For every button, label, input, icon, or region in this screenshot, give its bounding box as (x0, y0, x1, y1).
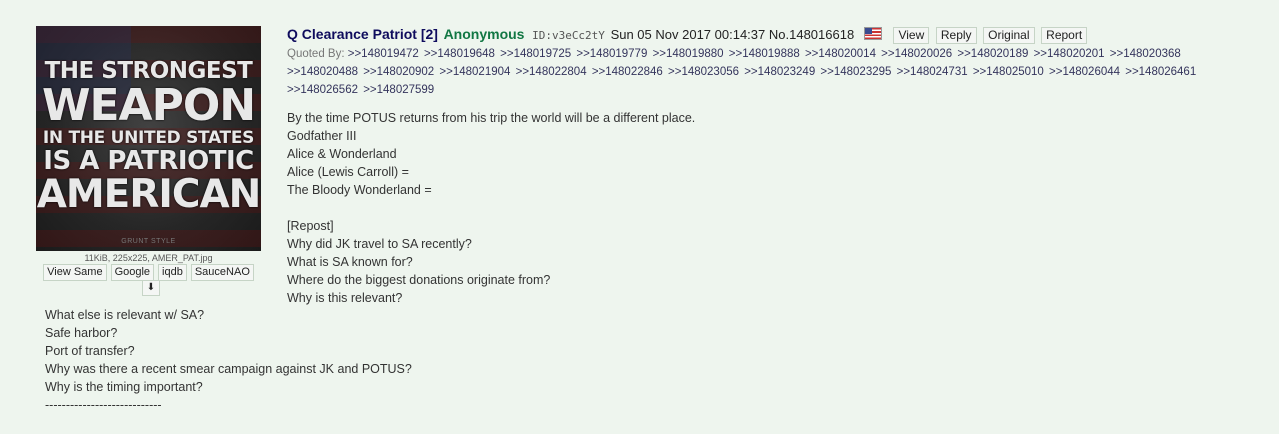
post-body-side: By the time POTUS returns from his trip … (287, 109, 987, 307)
thumbnail-caption: THE STRONGEST WEAPON IN THE UNITED STATE… (36, 60, 261, 217)
thumbnail-text-line: WEAPON (41, 80, 256, 131)
post-body-line: Safe harbor? (45, 326, 118, 340)
quote-link[interactable]: >>148023249 (744, 66, 815, 78)
view-button[interactable]: View (893, 27, 930, 44)
google-search-button[interactable]: Google (110, 264, 155, 281)
post-body-line: [Repost] (287, 219, 334, 233)
file-info: 11KiB, 225x225, AMER_PAT.jpg (84, 253, 213, 263)
quote-link[interactable]: >>148020902 (363, 66, 434, 78)
post-number[interactable]: No.148016618 (769, 27, 854, 42)
post-body-line: Why did JK travel to SA recently? (287, 237, 472, 251)
post-body-line: ---------------------------- (45, 398, 162, 412)
post-date: Sun 05 Nov 2017 00:14:37 (610, 27, 766, 42)
quote-link[interactable]: >>148020201 (1034, 48, 1105, 60)
view-same-button[interactable]: View Same (43, 264, 107, 281)
quote-link[interactable]: >>148026461 (1125, 66, 1196, 78)
original-button[interactable]: Original (983, 27, 1035, 44)
quote-link[interactable]: >>148022846 (592, 66, 663, 78)
quote-link[interactable]: >>148020368 (1110, 48, 1181, 60)
iqdb-search-button[interactable]: iqdb (158, 264, 187, 281)
quote-link[interactable]: >>148023295 (820, 66, 891, 78)
post-body-line: The Bloody Wonderland = (287, 183, 432, 197)
quote-link[interactable]: >>148027599 (363, 84, 434, 96)
saucenao-search-button[interactable]: SauceNAO (190, 264, 254, 281)
post-body-line: Godfather III (287, 129, 357, 143)
post-body-line: What is SA known for? (287, 255, 413, 269)
us-flag-icon (863, 27, 882, 40)
post-body-line: Port of transfer? (45, 344, 135, 358)
quote-link[interactable]: >>148019880 (653, 48, 724, 60)
post-body-line (287, 199, 987, 217)
thumbnail-text-line: IS A PATRIOTIC (43, 146, 254, 176)
post-body-line: What else is relevant w/ SA? (45, 308, 205, 322)
post-subject: Q Clearance Patriot [2] (287, 26, 438, 42)
image-search-tools: View Same Google iqdb SauceNAO (36, 264, 261, 281)
quote-link[interactable]: >>148026562 (287, 84, 358, 96)
thumbnail-watermark: GRUNT STYLE (121, 238, 176, 245)
quote-link[interactable]: >>148021904 (439, 66, 510, 78)
quote-link[interactable]: >>148019779 (576, 48, 647, 60)
quote-link[interactable]: >>148019472 (348, 48, 419, 60)
post-header: Q Clearance Patriot [2] Anonymous ID:v3e… (287, 26, 1088, 44)
quote-link[interactable]: >>148020014 (805, 48, 876, 60)
post-body-line: Why was there a recent smear campaign ag… (45, 362, 412, 376)
quote-link[interactable]: >>148019725 (500, 48, 571, 60)
poster-id[interactable]: ID:v3eCc2tY (532, 29, 605, 42)
thumbnail-text-line: IN THE UNITED STATES (42, 128, 255, 148)
reply-button[interactable]: Reply (935, 27, 977, 44)
quoted-by-label: Quoted By: (287, 48, 345, 60)
post-body-line: Why is the timing important? (45, 380, 203, 394)
thumbnail-text-line: AMERICAN (36, 172, 261, 217)
quote-link[interactable]: >>148026044 (1049, 66, 1120, 78)
post-body-wrap: What else is relevant w/ SA? Safe harbor… (45, 306, 745, 414)
post-body-line: Alice (Lewis Carroll) = (287, 165, 409, 179)
post-body-line: By the time POTUS returns from his trip … (287, 111, 696, 125)
quote-link[interactable]: >>148020026 (881, 48, 952, 60)
quote-link[interactable]: >>148025010 (973, 66, 1044, 78)
post-body-line: Where do the biggest donations originate… (287, 273, 551, 287)
quote-link[interactable]: >>148022804 (516, 66, 587, 78)
quote-link[interactable]: >>148019648 (424, 48, 495, 60)
quote-link[interactable]: >>148019888 (729, 48, 800, 60)
poster-name: Anonymous (443, 26, 525, 42)
quote-link[interactable]: >>148023056 (668, 66, 739, 78)
quote-link[interactable]: >>148024731 (897, 66, 968, 78)
report-button[interactable]: Report (1041, 27, 1088, 44)
download-icon[interactable]: ⬇ (142, 280, 160, 296)
post-thumbnail[interactable]: THE STRONGEST WEAPON IN THE UNITED STATE… (36, 26, 261, 251)
quoted-by-list: Quoted By: >>148019472 >>148019648 >>148… (287, 45, 1247, 99)
quote-link[interactable]: >>148020488 (287, 66, 358, 78)
quote-link[interactable]: >>148020189 (957, 48, 1028, 60)
post-body-line: Alice & Wonderland (287, 147, 397, 161)
post-body-line: Why is this relevant? (287, 291, 403, 305)
